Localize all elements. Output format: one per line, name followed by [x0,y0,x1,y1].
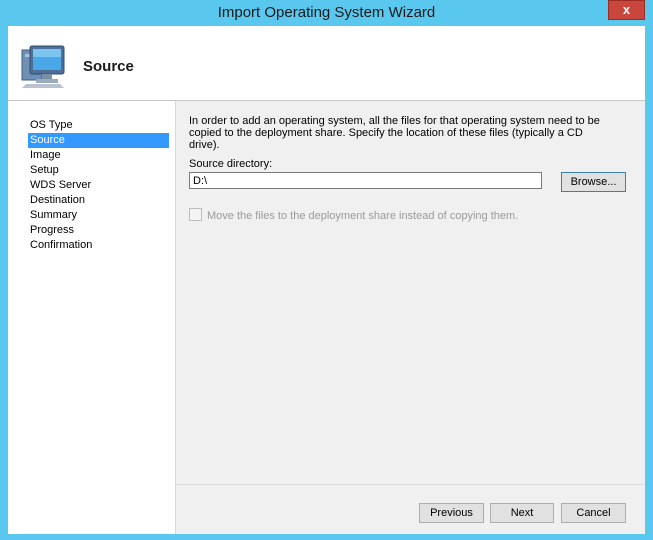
nav-item-summary[interactable]: Summary [28,208,169,223]
title-bar: Import Operating System Wizard x [0,0,653,26]
computer-monitor-icon [21,45,65,88]
nav-item-wds-server[interactable]: WDS Server [28,178,169,193]
instructions-text: In order to add an operating system, all… [189,115,600,151]
previous-button[interactable]: Previous [419,503,484,523]
nav-item-os-type[interactable]: OS Type [28,118,169,133]
window-title: Import Operating System Wizard [217,4,436,21]
nav-item-source[interactable]: Source [28,133,169,148]
next-button[interactable]: Next [490,503,554,523]
close-button[interactable]: x [608,0,645,20]
close-icon: x [622,2,631,17]
wizard-footer: Previous Next Cancel [176,484,645,534]
nav-item-image[interactable]: Image [28,148,169,163]
nav-item-progress[interactable]: Progress [28,223,169,238]
move-files-option: Move the files to the deployment share i… [189,208,518,222]
window-bottom-border [0,534,653,540]
move-files-label: Move the files to the deployment share i… [207,210,519,222]
wizard-steps-nav: OS Type Source Image Setup WDS Server De… [8,101,176,534]
move-files-checkbox[interactable] [189,208,202,221]
nav-item-setup[interactable]: Setup [28,163,169,178]
source-directory-label: Source directory: [189,158,273,170]
wizard-window: Source OS Type Source Image Setup WDS Se… [8,26,645,534]
cancel-button[interactable]: Cancel [561,503,626,523]
wizard-header: Source [8,26,645,100]
source-directory-input[interactable] [189,172,542,189]
browse-button[interactable]: Browse... [561,172,626,192]
wizard-main-panel: In order to add an operating system, all… [176,101,645,534]
nav-item-confirmation[interactable]: Confirmation [28,238,169,253]
nav-item-destination[interactable]: Destination [28,193,169,208]
page-title: Source [83,58,134,75]
